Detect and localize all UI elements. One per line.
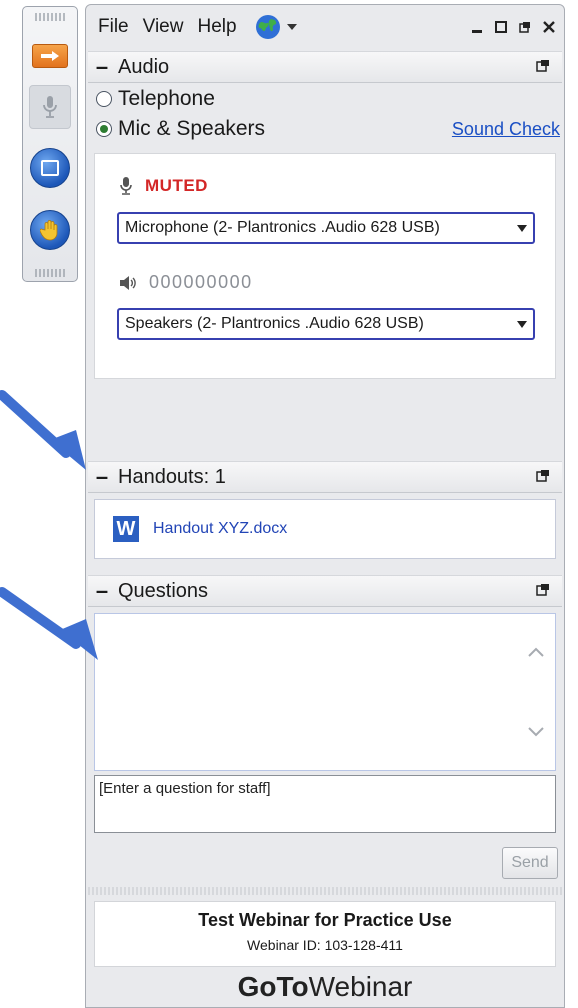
screen-button[interactable] (29, 148, 71, 188)
sound-check-link[interactable]: Sound Check (452, 119, 560, 140)
popout-icon[interactable] (536, 59, 550, 73)
microphone-icon (43, 96, 57, 118)
collapse-icon[interactable]: – (92, 56, 112, 78)
telephone-label: Telephone (118, 87, 215, 110)
show-panel-button[interactable] (29, 39, 71, 73)
microphone-button[interactable] (29, 85, 71, 129)
webinar-id: Webinar ID: 103-128-411 (247, 937, 403, 953)
microphone-select[interactable]: Microphone (2- Plantronics .Audio 628 US… (117, 212, 535, 244)
collapse-icon[interactable]: – (92, 466, 112, 488)
questions-section-title: Questions (118, 579, 209, 602)
mic-speakers-option[interactable]: Mic & Speakers (96, 117, 265, 141)
handout-list: W Handout XYZ.docx (94, 499, 556, 559)
microphone-icon (120, 177, 132, 195)
menu-help[interactable]: Help (197, 16, 236, 38)
word-document-icon: W (113, 516, 139, 542)
webinar-info: Test Webinar for Practice Use Webinar ID… (94, 901, 556, 967)
handout-link[interactable]: Handout XYZ.docx (153, 520, 287, 538)
audio-settings-box: MUTED Microphone (2- Plantronics .Audio … (94, 153, 556, 379)
handouts-section-header[interactable]: – Handouts: 1 (88, 461, 562, 493)
collapse-icon[interactable]: – (92, 580, 112, 602)
annotation-arrow-handouts (0, 390, 86, 470)
control-panel: File View Help – Audio Telephone Mic & S… (85, 4, 565, 1008)
popout-icon[interactable] (536, 469, 550, 483)
questions-section-header[interactable]: – Questions (88, 575, 562, 607)
brand-bold: GoTo (237, 971, 309, 1002)
close-icon[interactable] (540, 18, 558, 36)
globe-icon (255, 15, 280, 39)
hand-icon (30, 210, 70, 250)
arrow-right-icon (32, 44, 68, 68)
speaker-level-row: 000000000 (119, 272, 253, 293)
popout-icon[interactable] (516, 18, 534, 36)
menu-view[interactable]: View (143, 16, 184, 38)
send-button[interactable]: Send (502, 847, 558, 879)
mini-toolbar (22, 6, 78, 282)
annotation-arrow-questions (0, 587, 98, 660)
brand-light: Webinar (308, 971, 413, 1002)
minimize-icon[interactable] (468, 18, 486, 36)
chevron-down-icon[interactable] (527, 726, 545, 738)
speakers-select[interactable]: Speakers (2- Plantronics .Audio 628 USB) (117, 308, 535, 340)
raise-hand-button[interactable] (29, 210, 71, 250)
question-input[interactable]: [Enter a question for staff] (94, 775, 556, 833)
screen-icon (30, 148, 70, 188)
toolbar-grip[interactable] (35, 13, 65, 21)
chevron-down-icon (517, 225, 527, 232)
speakers-select-value: Speakers (2- Plantronics .Audio 628 USB) (125, 315, 424, 332)
toolbar-grip-bottom[interactable] (35, 269, 65, 277)
menu-bar: File View Help (86, 5, 564, 49)
radio-button-selected[interactable] (96, 121, 112, 137)
mic-status: MUTED (145, 176, 208, 195)
audio-section-header[interactable]: – Audio (88, 51, 562, 83)
speaker-icon (120, 275, 136, 290)
radio-button[interactable] (96, 91, 112, 107)
chevron-down-icon (286, 24, 297, 30)
handouts-section-title: Handouts: 1 (118, 465, 226, 488)
webinar-title: Test Webinar for Practice Use (198, 910, 452, 930)
chevron-down-icon (517, 321, 527, 328)
language-menu[interactable] (255, 14, 297, 40)
panel-divider (88, 887, 562, 895)
mic-speakers-label: Mic & Speakers (118, 117, 266, 140)
menu-file[interactable]: File (98, 16, 129, 38)
mic-status-row: MUTED (119, 176, 208, 196)
speaker-level: 000000000 (149, 272, 253, 292)
maximize-icon[interactable] (492, 18, 510, 36)
audio-section-title: Audio (118, 55, 170, 78)
chevron-up-icon[interactable] (527, 646, 545, 658)
popout-icon[interactable] (536, 583, 550, 597)
telephone-option[interactable]: Telephone (96, 87, 215, 111)
questions-log[interactable] (94, 613, 556, 771)
window-controls (468, 18, 558, 36)
microphone-select-value: Microphone (2- Plantronics .Audio 628 US… (125, 219, 440, 236)
gotowebinar-logo: GoToWebinar (86, 971, 564, 1003)
